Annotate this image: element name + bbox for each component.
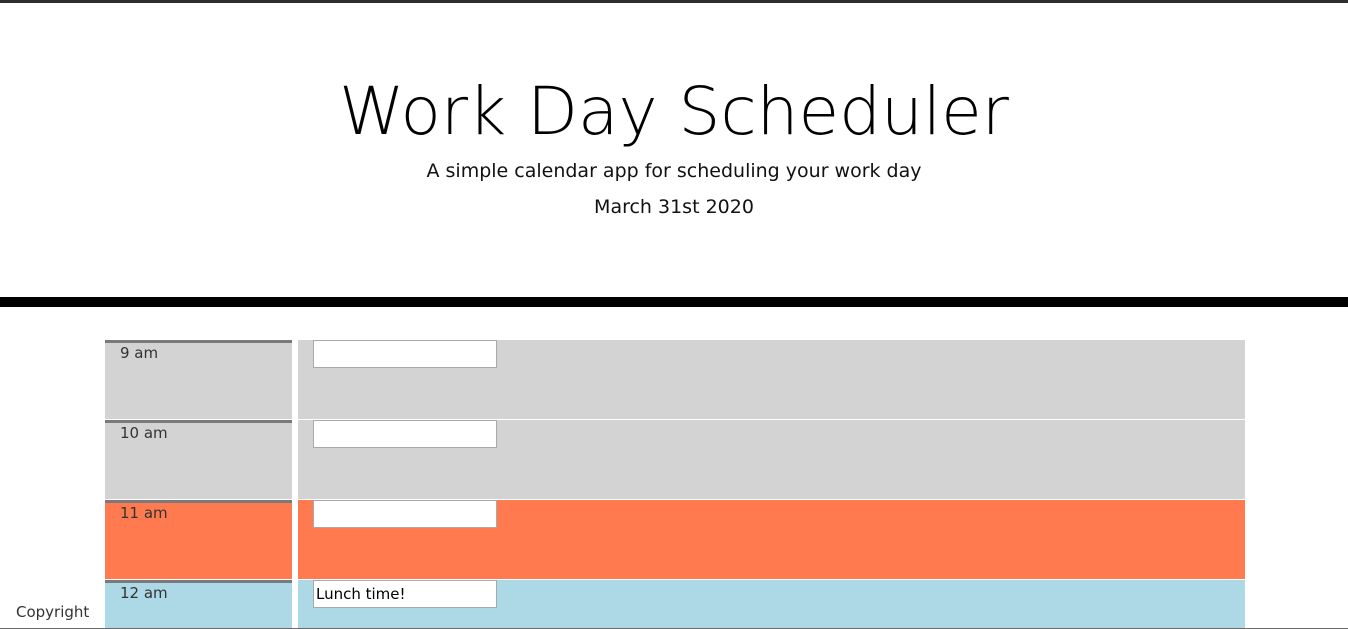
hour-label: 10 am [105,420,292,499]
time-block-11am: 11 am [105,500,1245,580]
hour-label: 9 am [105,340,292,419]
time-block-content [295,340,1245,419]
header-divider [0,297,1348,307]
footer-copyright: Copyright [16,603,90,621]
time-block-12am: 12 am [105,580,1245,629]
header: Work Day Scheduler A simple calendar app… [0,3,1348,297]
time-block-content [295,580,1245,629]
schedule-container: 9 am 10 am 11 am 12 am Lunch time! [105,340,1245,629]
page-title: Work Day Scheduler [339,73,1009,150]
time-block-content [295,500,1245,579]
task-input[interactable] [313,500,497,528]
time-block-10am: 10 am [105,420,1245,500]
time-block-content [295,420,1245,499]
task-input[interactable] [313,580,497,608]
page-subtitle: A simple calendar app for scheduling you… [426,160,922,182]
task-input[interactable] [313,340,497,368]
task-input[interactable] [313,420,497,448]
time-block-9am: 9 am [105,340,1245,420]
hour-label: 12 am [105,580,292,629]
current-date: March 31st 2020 [594,196,754,218]
hour-label: 11 am [105,500,292,579]
